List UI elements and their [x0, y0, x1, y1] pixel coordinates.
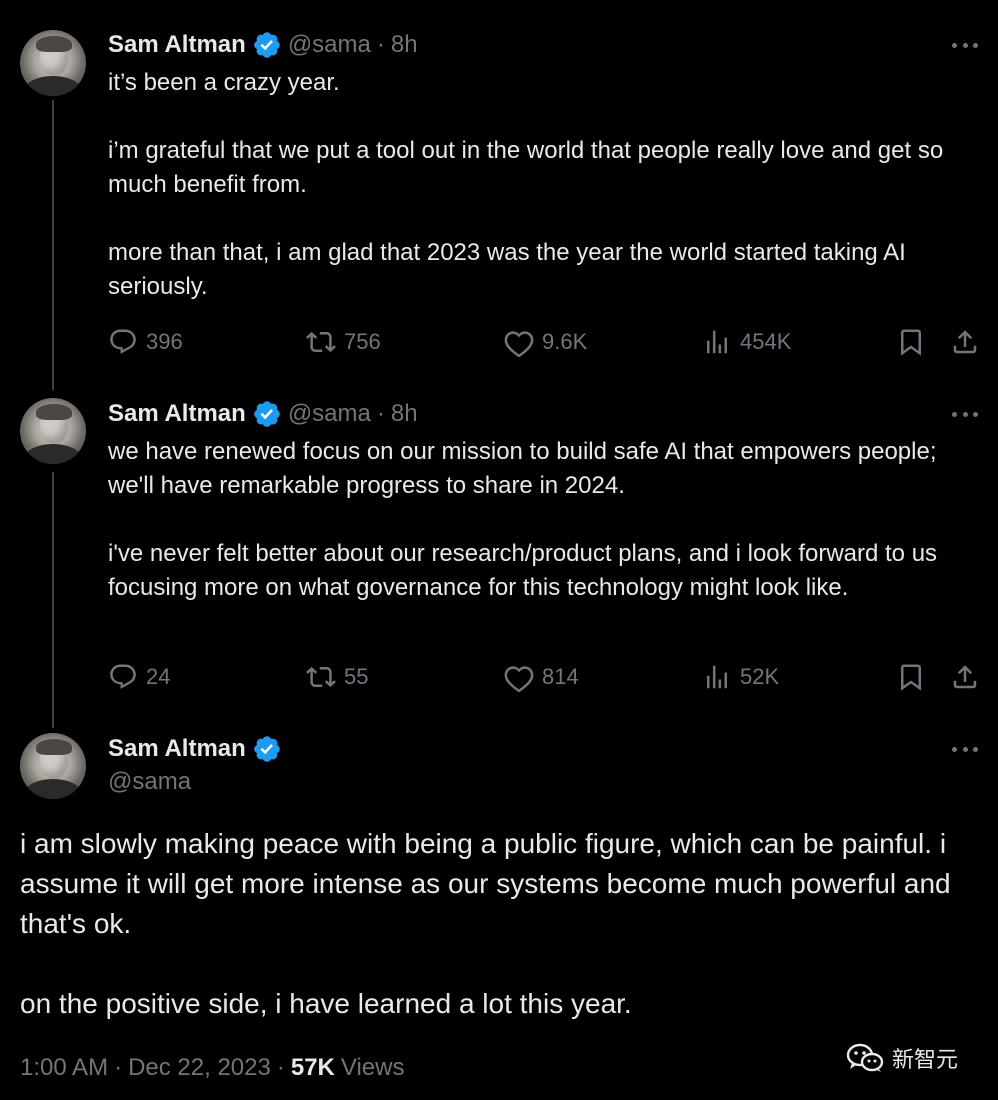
post-date[interactable]: Dec 22, 2023 [128, 1054, 271, 1082]
repost-icon [306, 331, 336, 353]
separator: · [376, 400, 385, 427]
author-handle[interactable]: @sama [288, 31, 371, 59]
tweet-header: Sam Altman @sama · 8h [108, 29, 418, 61]
tweet-header: Sam Altman @sama · 8h [108, 398, 418, 430]
like-count: 814 [542, 664, 579, 689]
share-icon[interactable] [950, 326, 980, 358]
share-icon[interactable] [950, 661, 980, 693]
bookmark-icon[interactable] [896, 661, 926, 693]
post-time[interactable]: 1:00 AM [20, 1054, 108, 1082]
like-button[interactable]: 9.6K [504, 326, 587, 358]
reply-count: 396 [146, 329, 183, 354]
analytics-icon [707, 330, 727, 354]
author-name[interactable]: Sam Altman [108, 735, 246, 763]
reply-button[interactable]: 24 [108, 661, 170, 693]
author-name[interactable]: Sam Altman [108, 400, 246, 428]
heart-icon [504, 666, 534, 692]
tweet-paragraph: more than that, i am glad that 2023 was … [108, 239, 906, 300]
avatar[interactable] [20, 30, 86, 96]
tweet-text: i am slowly making peace with being a pu… [20, 824, 980, 1024]
separator: · [114, 1054, 123, 1081]
verified-badge-icon [252, 399, 282, 429]
more-options-icon[interactable] [952, 43, 978, 49]
watermark-text: 新智元 [892, 1047, 959, 1072]
reply-count: 24 [146, 664, 171, 689]
tweet-paragraph: we have renewed focus on our mission to … [108, 438, 937, 499]
tweet-text: it’s been a crazy year. i’m grateful tha… [108, 66, 978, 304]
timestamp[interactable]: 8h [391, 31, 418, 59]
analytics-icon [707, 665, 727, 689]
avatar[interactable] [20, 733, 86, 799]
like-count: 9.6K [542, 329, 588, 354]
separator: · [276, 1054, 285, 1081]
repost-icon [306, 666, 336, 688]
repost-count: 756 [344, 329, 381, 354]
views-count: 454K [740, 329, 792, 354]
thread: Sam Altman @sama · 8h it’s been a crazy … [0, 0, 998, 1100]
views-label: Views [340, 1054, 405, 1081]
views-button[interactable]: 52K [702, 661, 779, 693]
views-count: 52K [740, 664, 780, 689]
heart-icon [504, 331, 534, 357]
like-button[interactable]: 814 [504, 661, 579, 693]
tweet-paragraph: on the positive side, i have learned a l… [20, 988, 632, 1019]
more-options-icon[interactable] [952, 747, 978, 753]
reply-icon [110, 664, 136, 689]
tweet-2[interactable]: Sam Altman @sama · 8h we have renewed fo… [0, 370, 998, 728]
action-bar: 396 756 9.6K 454K [108, 326, 978, 358]
avatar[interactable] [20, 398, 86, 464]
repost-button[interactable]: 55 [306, 661, 368, 693]
separator: · [376, 31, 385, 58]
repost-count: 55 [344, 664, 369, 689]
tweet-paragraph: it’s been a crazy year. [108, 69, 340, 96]
thread-line [52, 472, 54, 728]
tweet-header: Sam Altman [108, 733, 288, 765]
verified-badge-icon [252, 30, 282, 60]
tweet-paragraph: i am slowly making peace with being a pu… [20, 828, 951, 939]
author-handle[interactable]: @sama [288, 400, 371, 428]
watermark: 新智元 [846, 1040, 958, 1076]
author-handle[interactable]: @sama [108, 768, 191, 796]
tweet-text: we have renewed focus on our mission to … [108, 435, 978, 605]
bookmark-icon[interactable] [896, 326, 926, 358]
reply-button[interactable]: 396 [108, 326, 183, 358]
tweet-paragraph: i’m grateful that we put a tool out in t… [108, 137, 944, 198]
repost-button[interactable]: 756 [306, 326, 381, 358]
tweet-paragraph: i've never felt better about our researc… [108, 540, 938, 601]
thread-line [52, 100, 54, 390]
views-button[interactable]: 454K [702, 326, 791, 358]
views-count: 57K [290, 1054, 335, 1081]
more-options-icon[interactable] [952, 412, 978, 418]
reply-icon [110, 329, 136, 354]
timestamp[interactable]: 8h [391, 400, 418, 428]
verified-badge-icon [252, 734, 282, 764]
wechat-icon [846, 1043, 884, 1072]
tweet-1[interactable]: Sam Altman @sama · 8h it’s been a crazy … [0, 0, 998, 390]
author-name[interactable]: Sam Altman [108, 31, 246, 59]
action-bar: 24 55 814 52K [108, 661, 978, 693]
tweet-meta: 1:00 AM · Dec 22, 2023 · 57K Views [20, 1052, 404, 1084]
